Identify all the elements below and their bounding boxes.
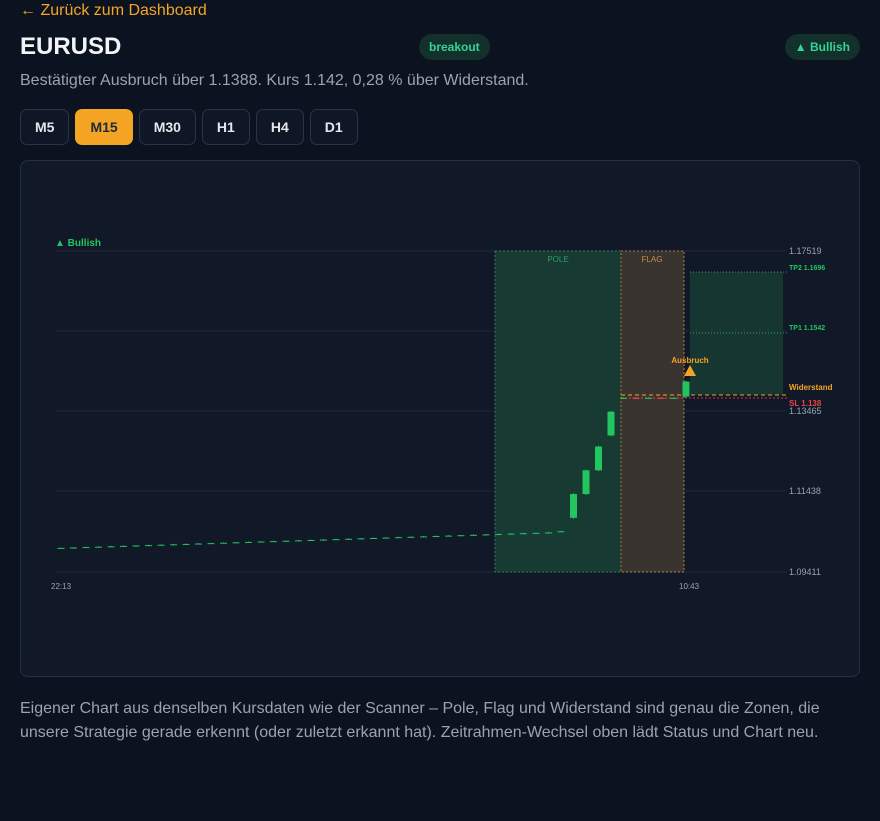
status-text: Bestätigter Ausbruch über 1.1388. Kurs 1… [20, 72, 529, 89]
candle-body [557, 531, 565, 533]
candle-body [295, 540, 302, 542]
candle-body [482, 534, 490, 536]
candle-body [207, 543, 215, 545]
level-label-resistance: Widerstand [789, 383, 833, 392]
candle-body [195, 543, 202, 545]
candle-body [157, 544, 165, 546]
candle-body [632, 397, 640, 399]
y-tick-label: 1.17519 [789, 246, 822, 256]
candle-body [445, 535, 452, 537]
pole-zone-label: POLE [547, 255, 568, 264]
candle-body [282, 540, 290, 542]
candle-body [57, 547, 65, 549]
candle-body [332, 539, 340, 541]
candle-body [70, 547, 77, 549]
bias-badge: ▲ Bullish [784, 34, 860, 60]
tf-button-m30[interactable]: M30 [138, 109, 196, 145]
candle-body [232, 542, 240, 544]
candle-body [107, 546, 115, 548]
candle-body [545, 532, 552, 534]
timeframe-selector: M5 M15 M30 H1 H4 D1 [20, 109, 358, 145]
chart-description: Eigener Chart aus denselben Kursdaten wi… [20, 700, 820, 741]
level-label-tp2: TP2 1.1696 [789, 265, 825, 272]
candle-body [607, 411, 615, 436]
y-tick-label: 1.13465 [789, 406, 822, 416]
candle-body [532, 532, 540, 534]
candle-body [382, 537, 390, 539]
x-tick-label: 10:43 [679, 582, 700, 591]
y-tick-label: 1.11438 [789, 486, 821, 496]
tf-button-d1[interactable]: D1 [309, 109, 358, 145]
candle-body [470, 534, 477, 536]
candle-body [457, 535, 465, 537]
y-tick-label: 1.09411 [789, 567, 821, 577]
candle-body [507, 533, 515, 535]
breakout-label: Ausbruch [671, 356, 708, 365]
candle-body [120, 545, 127, 547]
symbol-title: EURUSD [20, 33, 122, 60]
candle-body [657, 397, 665, 399]
candle-body [220, 542, 227, 544]
candle-body [307, 539, 315, 541]
x-tick-label: 22:13 [51, 582, 72, 591]
candle-body [145, 545, 152, 547]
tf-button-h1[interactable]: H1 [201, 109, 250, 145]
back-to-dashboard-link[interactable]: ← Zurück zum Dashboard [20, 2, 207, 20]
price-chart[interactable]: POLE FLAG ▲ Bullish TP2 1.1696 TP1 1.154… [21, 161, 861, 678]
candle-body [407, 536, 415, 538]
candle-body [570, 494, 577, 518]
candle-body [395, 537, 402, 539]
pole-zone [494, 250, 622, 573]
candle-body [95, 546, 102, 548]
candle-body [357, 538, 365, 540]
candle-body [82, 547, 90, 549]
chart-card: POLE FLAG ▲ Bullish TP2 1.1696 TP1 1.154… [20, 160, 860, 677]
candle-body [257, 541, 265, 543]
candle-body [645, 397, 652, 399]
pattern-badge: breakout [419, 34, 490, 60]
candle-body [370, 537, 377, 539]
candle-body [170, 544, 177, 546]
candle-body [682, 381, 690, 397]
candle-body [320, 539, 327, 541]
candle-body [182, 543, 190, 545]
candle-body [670, 397, 677, 399]
candle-body [582, 470, 590, 495]
tf-button-m15[interactable]: M15 [75, 109, 133, 145]
candle-body [520, 533, 527, 535]
candle-body [270, 541, 277, 543]
candle-body [432, 536, 440, 538]
candle-body [245, 541, 252, 543]
candle-body [345, 538, 352, 540]
tf-button-h4[interactable]: H4 [255, 109, 304, 145]
flag-zone-label: FLAG [642, 255, 663, 264]
bias-chart-label: ▲ Bullish [55, 238, 101, 249]
candle-body [420, 536, 427, 538]
candle-body [595, 446, 602, 471]
candle-body [495, 534, 502, 536]
candle-body [620, 397, 627, 399]
candle-body [132, 545, 140, 547]
tf-button-m5[interactable]: M5 [20, 109, 70, 145]
level-label-tp1: TP1 1.1542 [789, 325, 825, 332]
target-zone [690, 272, 783, 395]
flag-zone [620, 250, 685, 573]
